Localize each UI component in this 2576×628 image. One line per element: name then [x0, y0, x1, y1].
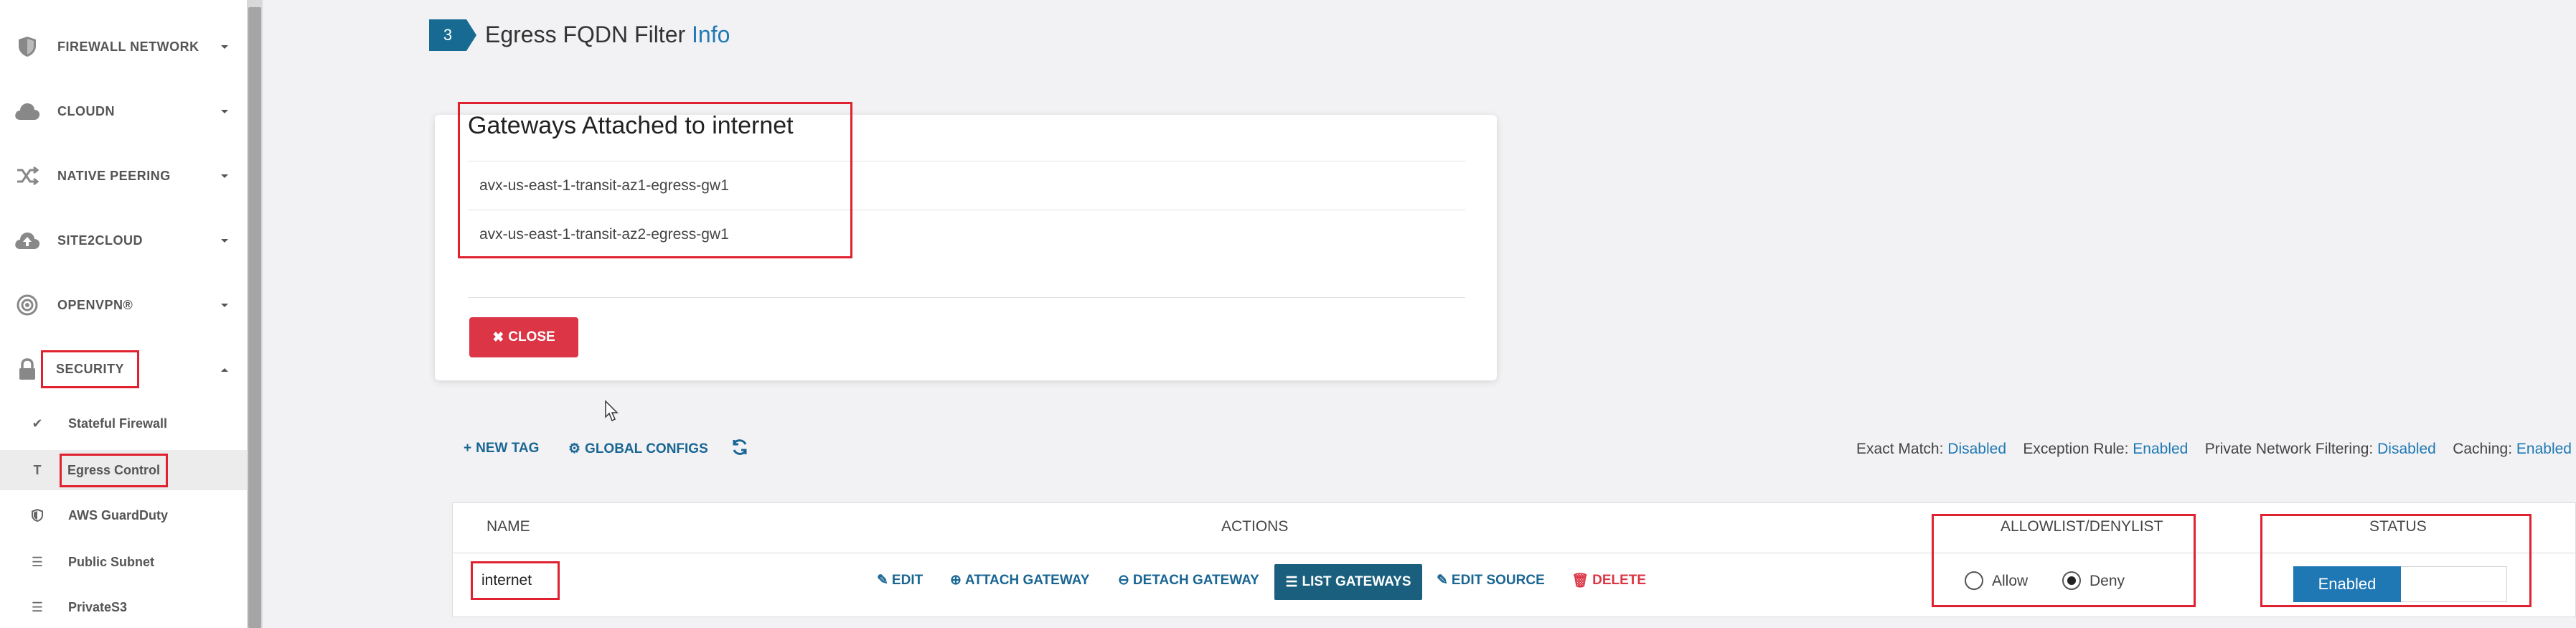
nav-firewall-network[interactable]: FIREWALL NETWORK — [0, 25, 247, 68]
edit-source-button[interactable]: ✎ EDIT SOURCE — [1437, 572, 1545, 589]
nav-openvpn[interactable]: OPENVPN® — [0, 283, 247, 327]
shuffle-icon — [13, 161, 42, 190]
nav-label: NATIVE PEERING — [57, 168, 171, 183]
sidebar: FIREWALL NETWORK CLOUDN NATIVE PEERING S… — [0, 0, 247, 628]
sub-label: Stateful Firewall — [68, 416, 168, 431]
private-filtering-value[interactable]: Disabled — [2377, 441, 2436, 457]
detach-gateway-button[interactable]: ⊖ DETACH GATEWAY — [1118, 572, 1259, 589]
exception-rule-label: Exception Rule: — [2023, 441, 2129, 457]
chevron-down-icon — [221, 45, 228, 49]
nav-native-peering[interactable]: NATIVE PEERING — [0, 154, 247, 197]
deny-radio[interactable] — [2062, 571, 2081, 590]
sidebar-scrollbar-thumb[interactable] — [248, 7, 261, 628]
deny-label: Deny — [2090, 573, 2125, 589]
info-link[interactable]: Info — [692, 22, 730, 47]
exact-match-value[interactable]: Disabled — [1947, 441, 2006, 457]
shield-half-icon — [29, 507, 46, 524]
list-gateways-label: LIST GATEWAYS — [1302, 574, 1411, 589]
text-t-icon: T — [33, 462, 42, 477]
nav-label: FIREWALL NETWORK — [57, 39, 199, 54]
step-number-badge: 3 — [429, 19, 476, 51]
caching-label: Caching: — [2453, 441, 2513, 457]
tag-name-cell: internet — [471, 561, 560, 600]
nav-label: CLOUDN — [57, 103, 115, 118]
gear-icon: ⚙ — [568, 441, 581, 456]
plus-circle-icon: ⊕ — [950, 573, 962, 588]
nav-site2cloud[interactable]: SITE2CLOUD — [0, 219, 247, 262]
list-icon: ☰ — [31, 599, 44, 614]
edit-source-label: EDIT SOURCE — [1451, 572, 1545, 588]
nav-cloudn[interactable]: CLOUDN — [0, 90, 247, 133]
refresh-icon — [733, 439, 747, 455]
global-configs-button[interactable]: ⚙ GLOBAL CONFIGS — [568, 441, 708, 457]
attach-gateway-label: ATTACH GATEWAY — [964, 572, 1090, 588]
step-title: Egress FQDN Filter Info — [485, 22, 730, 48]
target-icon — [13, 291, 42, 319]
column-header-name: NAME — [486, 518, 530, 535]
close-button[interactable]: ✖ CLOSE — [469, 317, 578, 357]
list-icon: ☰ — [1285, 574, 1298, 590]
column-header-actions: ACTIONS — [1221, 518, 1289, 535]
plus-icon: + — [464, 441, 472, 456]
edit-icon: ✎ — [877, 573, 888, 588]
nav-security[interactable]: SECURITY — [0, 348, 247, 391]
new-tag-button[interactable]: + NEW TAG — [464, 441, 539, 456]
allowlist-highlight — [1932, 514, 2196, 607]
close-icon: ✖ — [492, 329, 504, 345]
sub-label: PrivateS3 — [68, 599, 128, 614]
chevron-up-icon — [221, 368, 228, 372]
sidebar-item-aws-guardduty[interactable]: AWS GuardDuty — [0, 495, 247, 535]
new-tag-label: NEW TAG — [476, 441, 540, 456]
chevron-down-icon — [221, 110, 228, 113]
allow-radio[interactable] — [1965, 571, 1983, 590]
close-label: CLOSE — [508, 329, 555, 345]
caching-value[interactable]: Enabled — [2516, 441, 2572, 457]
refresh-button[interactable] — [730, 438, 749, 456]
edit-label: EDIT — [891, 572, 923, 588]
edit-button[interactable]: ✎ EDIT — [877, 572, 923, 589]
nav-label: SECURITY — [40, 350, 140, 388]
status-toggle-on[interactable]: Enabled — [2293, 566, 2401, 602]
list-gateways-button[interactable]: ☰ LIST GATEWAYS — [1274, 564, 1422, 600]
edit-icon: ✎ — [1437, 573, 1448, 588]
shield-icon — [13, 32, 42, 61]
delete-label: DELETE — [1592, 573, 1647, 588]
fqdn-table — [452, 502, 2576, 617]
nav-label: SITE2CLOUD — [57, 233, 144, 248]
sidebar-item-public-subnet[interactable]: ☰ Public Subnet — [0, 542, 247, 582]
sub-label: AWS GuardDuty — [68, 507, 169, 522]
sidebar-item-privates3[interactable]: ☰ PrivateS3 — [0, 587, 247, 627]
trash-icon: 🗑 — [1571, 573, 1589, 589]
private-filtering-label: Private Network Filtering: — [2204, 441, 2374, 457]
sidebar-item-egress-control[interactable]: T Egress Control — [0, 450, 247, 490]
chevron-down-icon — [221, 304, 228, 307]
cloud-icon — [13, 97, 42, 126]
sidebar-item-stateful-firewall[interactable]: ✔ Stateful Firewall — [0, 403, 247, 444]
exact-match-label: Exact Match: — [1856, 441, 1944, 457]
detach-gateway-label: DETACH GATEWAY — [1132, 572, 1259, 588]
global-configs-label: GLOBAL CONFIGS — [585, 441, 708, 456]
check-icon: ✔ — [32, 416, 43, 431]
nav-label: OPENVPN® — [57, 297, 133, 312]
chevron-down-icon — [221, 239, 228, 243]
step-title-text: Egress FQDN Filter — [485, 22, 686, 47]
attach-gateway-button[interactable]: ⊕ ATTACH GATEWAY — [950, 572, 1089, 589]
delete-button[interactable]: 🗑 DELETE — [1571, 572, 1646, 589]
minus-circle-icon: ⊖ — [1118, 573, 1129, 588]
sub-label: Public Subnet — [68, 554, 155, 569]
exception-rule-value[interactable]: Enabled — [2133, 441, 2188, 457]
filter-status-line: Exact Match: Disabled Exception Rule: En… — [1856, 441, 2572, 458]
list-icon: ☰ — [31, 554, 44, 569]
chevron-down-icon — [221, 174, 228, 178]
cloud-upload-icon — [13, 226, 42, 255]
step-number: 3 — [443, 26, 453, 44]
lock-icon — [13, 355, 42, 384]
mouse-cursor-icon — [605, 400, 619, 422]
gateway-list-highlight — [458, 102, 852, 258]
sub-label: Egress Control — [59, 453, 169, 487]
divider — [468, 297, 1465, 298]
allow-label: Allow — [1992, 573, 2029, 589]
